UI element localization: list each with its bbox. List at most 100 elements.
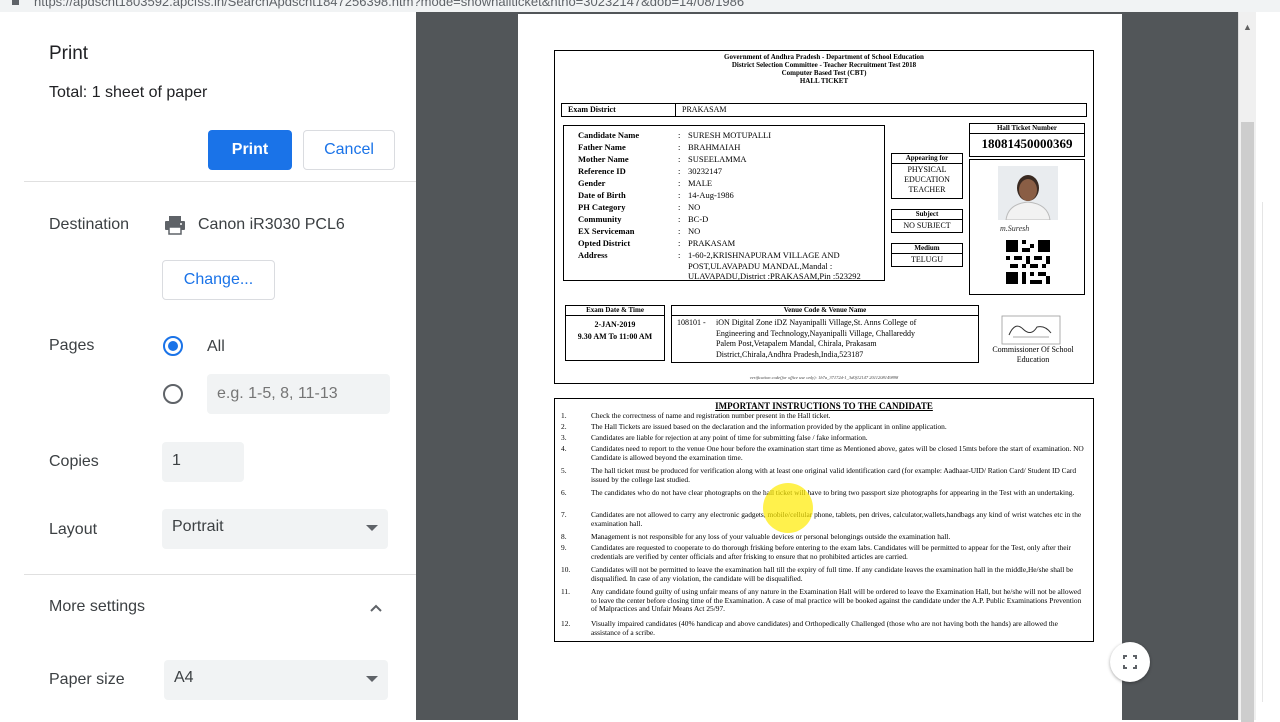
destination-label: Destination — [49, 216, 130, 233]
appearing-for-label: Appearing for — [892, 154, 962, 164]
chevron-down-icon — [366, 676, 378, 682]
subject-value: NO SUBJECT — [903, 221, 951, 230]
dialog-title: Print — [49, 43, 89, 64]
instruction-number: 9. — [561, 543, 567, 552]
instruction-item: 11. Any candidate found guilty of using u… — [561, 587, 1087, 620]
address-bar[interactable]: https://apdscht1803592.apcfss.in/SearchA… — [0, 0, 1280, 12]
window-edge — [1256, 12, 1280, 720]
instruction-number: 11. — [561, 587, 570, 596]
instruction-item: 4. Candidates need to report to the venue… — [561, 444, 1087, 467]
copies-input[interactable]: 1 — [162, 442, 244, 482]
hall-ticket-box: Government of Andhra Pradesh - Departmen… — [554, 50, 1094, 384]
divider — [24, 574, 416, 575]
printer-icon — [165, 216, 185, 235]
detail-value: 14-Aug-1986 — [688, 190, 734, 200]
fullscreen-icon — [1122, 654, 1138, 670]
header-line-4: HALL TICKET — [799, 77, 849, 85]
details-list: Candidate Name: SURESH MOTUPALLI Father Na… — [564, 126, 884, 281]
instruction-number: 5. — [561, 466, 567, 475]
print-settings-panel: Print Total: 1 sheet of paper Print Canc… — [24, 12, 416, 720]
detail-row: Gender: MALE — [578, 178, 712, 188]
instruction-number: 10. — [561, 565, 571, 574]
instruction-item: 9. Candidates are requested to cooperate … — [561, 543, 1087, 566]
pages-range-input[interactable] — [207, 374, 390, 414]
detail-colon: : — [678, 142, 681, 152]
layout-value: Portrait — [172, 518, 224, 535]
venue-label: Venue Code & Venue Name — [672, 306, 978, 316]
pages-all-radio[interactable] — [163, 336, 183, 356]
detail-row: PH Category: NO — [578, 202, 700, 212]
detail-value: MALE — [688, 178, 713, 188]
venue-code: 108101 - — [677, 318, 706, 327]
instruction-number: 4. — [561, 444, 567, 453]
print-preview[interactable]: Government of Andhra Pradesh - Departmen… — [416, 12, 1238, 720]
change-destination-button[interactable]: Change... — [162, 260, 275, 300]
detail-colon: : — [678, 202, 681, 212]
paper-size-select[interactable]: A4 — [164, 660, 388, 700]
detail-colon: : — [678, 166, 681, 176]
ht-number-label: Hall Ticket Number — [970, 124, 1084, 134]
exam-dt-label: Exam Date & Time — [566, 306, 664, 316]
detail-key: Date of Birth — [578, 190, 626, 200]
ht-number-value: 18081450000369 — [981, 136, 1073, 151]
instructions-list: 1. Check the correctness of name and regi… — [555, 411, 1093, 640]
detail-colon: : — [678, 178, 681, 188]
commissioner-title: Commissioner Of School Education — [992, 345, 1074, 364]
detail-colon: : — [678, 250, 681, 260]
exam-district-row: Exam District PRAKASAM — [561, 103, 1087, 117]
left-gutter — [0, 12, 24, 720]
detail-value: NO — [688, 226, 701, 236]
header-line-1: Government of Andhra Pradesh - Departmen… — [724, 53, 924, 61]
venue-address: iON Digital Zone iDZ Nayanipalli Village… — [716, 318, 916, 360]
detail-colon: : — [678, 154, 681, 164]
detail-colon: : — [678, 226, 681, 236]
vertical-scrollbar[interactable]: ▲ — [1238, 12, 1256, 722]
layout-select[interactable]: Portrait — [162, 509, 388, 549]
venue-line: District,Chirala,Andhra Pradesh,India,52… — [716, 349, 864, 359]
print-button[interactable]: Print — [208, 130, 292, 170]
site-info-icon[interactable] — [12, 0, 19, 5]
detail-value: BRAHMAIAH — [688, 142, 741, 152]
detail-value: NO — [688, 202, 701, 212]
edge-line — [1262, 202, 1263, 702]
address-line: ULAVAPADU,District :PRAKASAM,Pin :523292 — [688, 271, 861, 281]
detail-key: Candidate Name — [578, 130, 640, 140]
fit-to-page-button[interactable] — [1110, 642, 1150, 682]
commissioner-signature — [1001, 315, 1061, 345]
pages-all-label[interactable]: All — [207, 338, 225, 356]
instruction-item: 12. Visually impaired candidates (40% han… — [561, 619, 1087, 640]
subject-box: Subject NO SUBJECT — [891, 209, 963, 233]
instruction-number: 7. — [561, 510, 567, 519]
instruction-text: Candidates will not be permitted to leav… — [591, 565, 1074, 583]
sheet-total: Total: 1 sheet of paper — [49, 84, 208, 101]
instruction-number: 12. — [561, 619, 571, 628]
detail-key: Gender — [578, 178, 606, 188]
exam-time: 9.30 AM To 11:00 AM — [577, 332, 653, 341]
paper-size-value: A4 — [174, 669, 194, 686]
instruction-number: 2. — [561, 422, 567, 431]
chevron-up-icon[interactable] — [370, 602, 382, 614]
detail-key: Opted District — [578, 238, 631, 248]
url-text[interactable]: https://apdscht1803592.apcfss.in/SearchA… — [34, 0, 744, 9]
instruction-number: 1. — [561, 411, 567, 420]
instruction-text: Check the correctness of name and regist… — [591, 411, 831, 420]
venue-line: iON Digital Zone iDZ Nayanipalli Village… — [716, 318, 917, 327]
detail-colon: : — [678, 130, 681, 140]
instruction-item: 7. Candidates are not allowed to carry an… — [561, 510, 1087, 533]
detail-colon: : — [678, 238, 681, 248]
instruction-item: 6. The candidates who do not have clear p… — [561, 488, 1087, 511]
cursor-highlight — [763, 483, 813, 533]
exam-district-label: Exam District — [568, 105, 616, 114]
detail-value: SUSEELAMMA — [688, 154, 747, 164]
address-line: POST,ULAVAPADU MANDAL,Mandal : — [688, 261, 833, 271]
scrollbar-thumb[interactable] — [1241, 122, 1254, 722]
detail-row: EX Serviceman: NO — [578, 226, 700, 236]
scroll-up-icon[interactable]: ▲ — [1243, 22, 1252, 32]
layout-label: Layout — [49, 521, 98, 538]
detail-value: 30232147 — [688, 166, 722, 176]
more-settings-label[interactable]: More settings — [49, 598, 145, 616]
cancel-button[interactable]: Cancel — [303, 130, 395, 170]
detail-key: PH Category — [578, 202, 626, 212]
pages-custom-radio[interactable] — [163, 384, 183, 404]
medium-label: Medium — [892, 244, 962, 254]
